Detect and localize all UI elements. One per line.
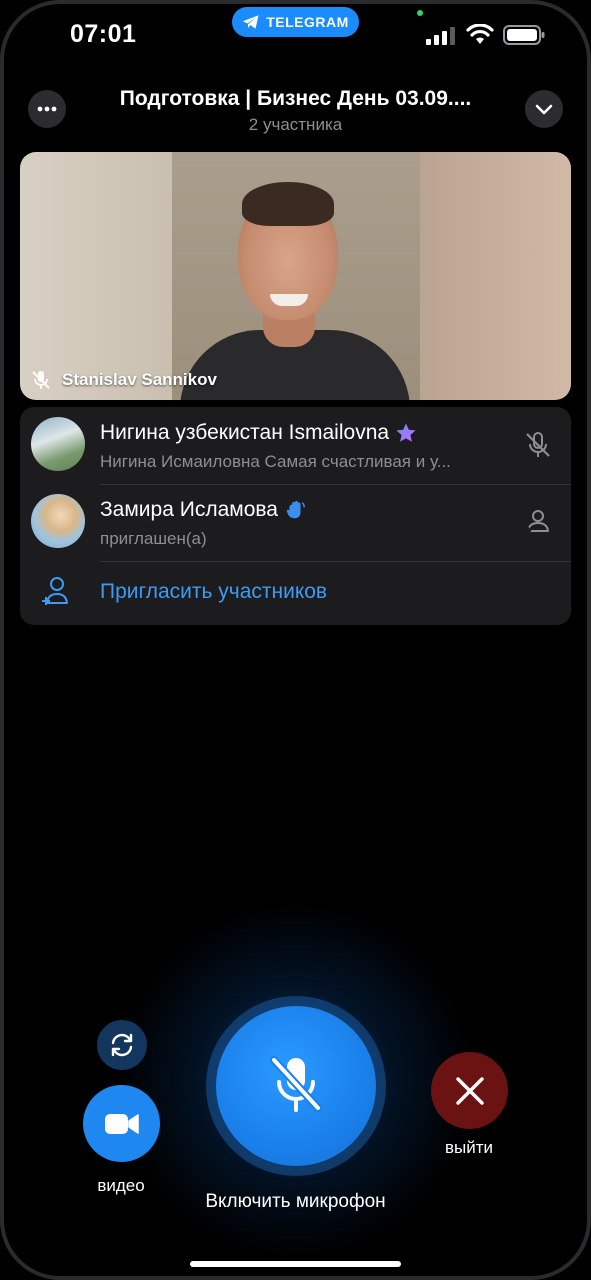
add-user-icon: [42, 577, 68, 605]
wifi-icon: [466, 24, 494, 44]
telegram-icon: [242, 15, 259, 29]
video-toggle-button[interactable]: [83, 1085, 160, 1162]
collapse-call-button[interactable]: [525, 90, 563, 128]
app-pill-label: TELEGRAM: [266, 14, 349, 30]
mic-muted-icon: [32, 371, 50, 389]
leave-button-label: выйти: [444, 1138, 494, 1157]
close-icon: [455, 1076, 484, 1105]
speaker-video-tile[interactable]: Stanislav Sannikov: [20, 152, 571, 400]
telegram-return-pill[interactable]: TELEGRAM: [232, 7, 359, 37]
mic-muted-icon: [270, 1056, 322, 1112]
participant-row[interactable]: Замира Исламова приглашен(а): [20, 484, 571, 561]
participant-name-line: Нигина узбекистан Ismailovna: [100, 421, 417, 445]
invited-user-icon[interactable]: [523, 507, 553, 537]
mic-muted-icon[interactable]: [523, 430, 553, 460]
flip-camera-icon: [111, 1033, 133, 1057]
mic-button-label: Включить микрофон: [205, 1191, 386, 1212]
avatar: [31, 494, 85, 548]
participants-list: Нигина узбекистан Ismailovna Нигина Исма…: [20, 407, 571, 625]
participant-status: Нигина Исмаиловна Самая счастливая и у..…: [100, 452, 451, 471]
participant-name: Замира Исламова: [100, 498, 278, 521]
home-indicator[interactable]: [190, 1261, 401, 1267]
status-time: 07:01: [70, 20, 137, 48]
participant-row[interactable]: Нигина узбекистан Ismailovna Нигина Исма…: [20, 407, 571, 484]
speaker-smile: [270, 294, 308, 306]
invite-participants-label: Пригласить участников: [100, 580, 328, 603]
participant-name: Нигина узбекистан Ismailovna: [100, 421, 390, 444]
flip-camera-button[interactable]: [97, 1020, 147, 1070]
more-options-button[interactable]: [28, 90, 66, 128]
more-icon: [37, 106, 57, 112]
video-speaker-label: Stanislav Sannikov: [32, 370, 217, 390]
status-bar: 07:01 TELEGRAM: [0, 0, 591, 60]
participant-status: приглашен(а): [100, 529, 207, 548]
video-camera-icon: [104, 1113, 139, 1134]
waving-hand-icon: [286, 500, 305, 519]
camera-in-use-indicator: [417, 10, 423, 16]
chevron-down-icon: [535, 104, 553, 114]
invite-participants-row[interactable]: Пригласить участников: [20, 561, 571, 625]
call-title: Подготовка | Бизнес День 03.09....: [119, 87, 472, 110]
battery-icon: [503, 25, 545, 45]
participant-count: 2 участника: [248, 115, 343, 134]
signal-icon: [426, 27, 455, 45]
avatar: [31, 417, 85, 471]
unmute-microphone-button[interactable]: [216, 1006, 376, 1166]
speaker-hair: [242, 182, 334, 226]
premium-star-icon: [396, 423, 416, 442]
call-header: Подготовка | Бизнес День 03.09.... 2 уча…: [0, 82, 591, 142]
participant-name-line: Замира Исламова: [100, 498, 306, 522]
leave-call-button[interactable]: [431, 1052, 508, 1129]
speaker-name: Stanislav Sannikov: [62, 370, 217, 389]
